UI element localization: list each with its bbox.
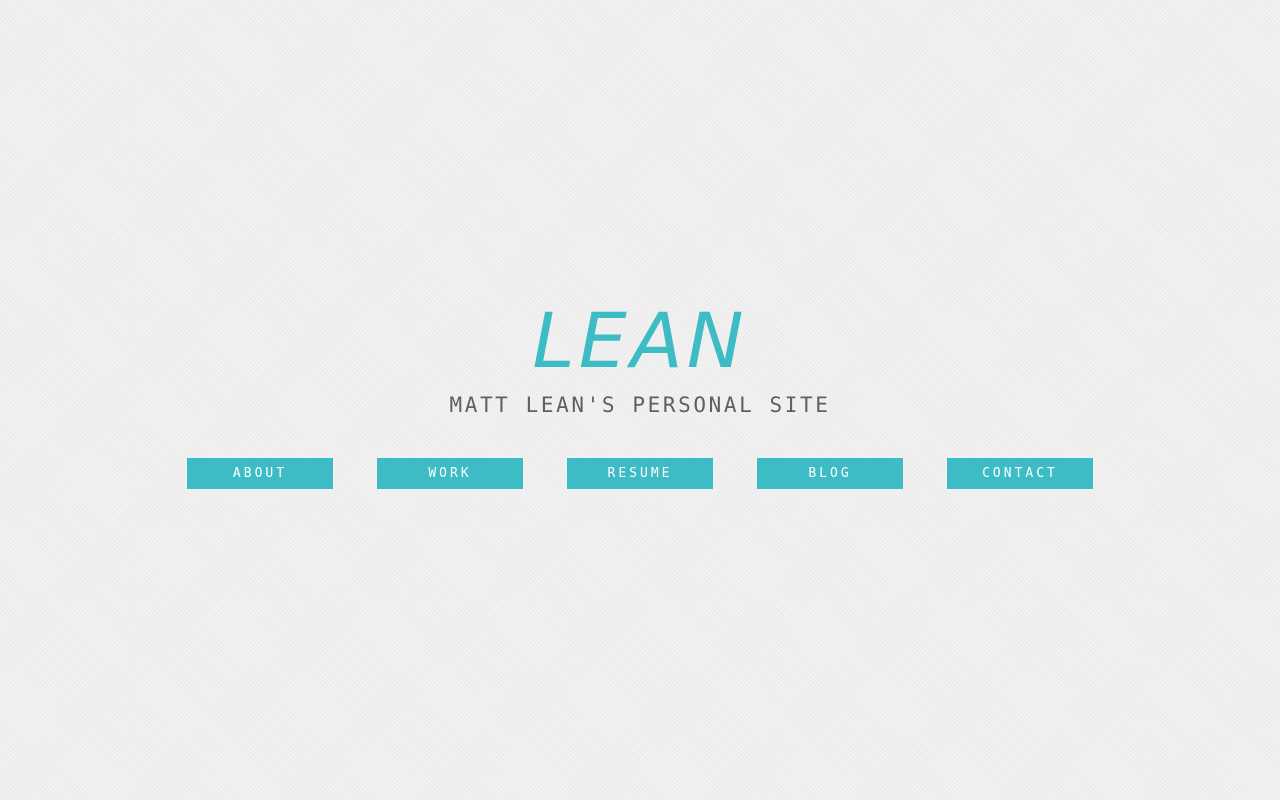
site-logo[interactable]: LEAN [0,296,1280,386]
nav-button-contact[interactable]: CONTACT [947,458,1093,489]
nav-button-work[interactable]: WORK [377,458,523,489]
hero-section: LEAN MATT LEAN'S PERSONAL SITE ABOUT WOR… [0,0,1280,800]
site-tagline: MATT LEAN'S PERSONAL SITE [449,393,831,417]
nav-button-blog[interactable]: BLOG [757,458,903,489]
nav-button-resume[interactable]: RESUME [567,458,713,489]
nav-button-about[interactable]: ABOUT [187,458,333,489]
main-nav: ABOUT WORK RESUME BLOG CONTACT [0,458,1280,489]
